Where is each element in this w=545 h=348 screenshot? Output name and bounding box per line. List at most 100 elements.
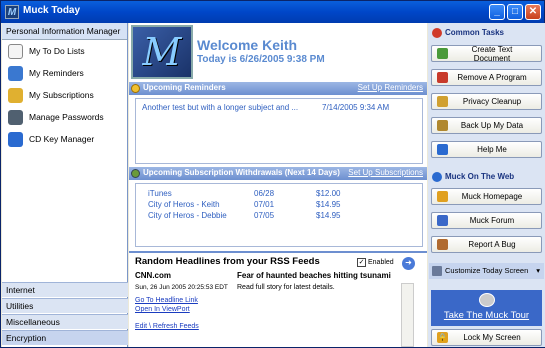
muck-homepage-button[interactable]: Muck Homepage [431, 188, 542, 205]
rss-scrollbar[interactable] [401, 283, 414, 347]
tools-icon [432, 266, 442, 276]
button-label: Muck Homepage [461, 192, 523, 201]
subscription-amount[interactable]: $14.95 [316, 200, 340, 209]
sidebar: Personal Information Manager My To Do Li… [2, 23, 128, 347]
sidebar-group-internet[interactable]: Internet [2, 282, 128, 297]
go-to-headline-link[interactable]: Go To Headline Link [135, 297, 232, 304]
minimize-button[interactable]: _ [489, 4, 505, 20]
window-title: Muck Today [23, 5, 81, 16]
reminder-date[interactable]: 7/14/2005 9:34 AM [322, 103, 389, 112]
backup-icon [437, 120, 448, 131]
rss-title: Random Headlines from your RSS Feeds [135, 256, 320, 267]
bug-icon [437, 239, 448, 250]
sidebar-item-my-to-do-lists[interactable]: My To Do Lists [2, 40, 127, 62]
sidebar-item-label: CD Key Manager [29, 134, 95, 144]
subscription-date[interactable]: 07/01 [254, 200, 274, 209]
close-button[interactable]: ✕ [525, 4, 541, 20]
rss-headline-column: Fear of haunted beaches hitting tsunami … [237, 271, 399, 291]
sidebar-items: My To Do Lists My Reminders My Subscriptio… [2, 40, 127, 150]
tour-icon [479, 293, 495, 307]
heart-icon [432, 28, 442, 38]
subscriptions-title: Upcoming Subscription Withdrawals (Next … [143, 168, 340, 177]
common-tasks-title: Common Tasks [445, 28, 504, 37]
enabled-label: Enabled [368, 259, 394, 266]
set-up-subscriptions-link[interactable]: Set Up Subscriptions [348, 168, 423, 177]
privacy-cleanup-button[interactable]: Privacy Cleanup [431, 93, 542, 110]
sidebar-item-label: My To Do Lists [29, 46, 85, 56]
app-window: M Muck Today _ □ ✕ Personal Information … [0, 0, 545, 348]
reminder-clock-icon [8, 65, 23, 81]
sidebar-item-cd-key-manager[interactable]: CD Key Manager [2, 128, 127, 150]
rss-detail: Read full story for latest details. [237, 284, 335, 291]
subscriptions-header: Upcoming Subscription Withdrawals (Next … [129, 167, 427, 180]
todo-icon [8, 43, 23, 59]
sidebar-item-label: Manage Passwords [29, 112, 104, 122]
forum-icon [437, 215, 448, 226]
create-text-document-button[interactable]: Create Text Document [431, 45, 542, 63]
refresh-feed-icon[interactable]: ➜ [402, 257, 415, 270]
subscription-date[interactable]: 06/28 [254, 189, 274, 198]
reminders-list: Another test but with a longer subject a… [135, 98, 423, 164]
open-in-viewport-link[interactable]: Open In ViewPort [135, 306, 232, 313]
money-icon [131, 169, 140, 178]
button-label: Privacy Cleanup [462, 97, 522, 106]
web-icon [432, 172, 442, 182]
subscription-amount[interactable]: $14.95 [316, 211, 340, 220]
maximize-button[interactable]: □ [507, 4, 523, 20]
chevron-down-icon: ▾ [536, 266, 540, 275]
subscriptions-folder-icon [8, 87, 23, 103]
subscription-name[interactable]: City of Heros - Keith [148, 200, 220, 209]
logo-letter: M [142, 30, 182, 74]
rss-enabled[interactable]: ✓ Enabled [357, 258, 394, 267]
remove-program-icon [437, 72, 448, 83]
sidebar-item-label: My Reminders [29, 68, 84, 78]
sidebar-group-encryption[interactable]: Encryption [2, 330, 128, 345]
button-label: Help Me [477, 145, 507, 154]
set-up-reminders-link[interactable]: Set Up Reminders [358, 83, 423, 92]
customize-today-screen[interactable]: Customize Today Screen ▾ [429, 263, 544, 279]
broom-icon [437, 96, 448, 107]
lock-screen-label: Lock My Screen [463, 333, 521, 342]
muck-tour-promo[interactable]: Take The Muck Tour [431, 290, 542, 326]
report-a-bug-button[interactable]: Report A Bug [431, 236, 542, 253]
muck-forum-button[interactable]: Muck Forum [431, 212, 542, 229]
edit-refresh-feeds-link[interactable]: Edit \ Refresh Feeds [135, 323, 232, 330]
lock-screen-button[interactable]: 🔒 Lock My Screen [431, 329, 542, 346]
rss-panel: Random Headlines from your RSS Feeds ✓ E… [129, 251, 427, 347]
button-label: Muck Forum [469, 216, 515, 225]
subscription-name[interactable]: iTunes [148, 189, 172, 198]
subscription-name[interactable]: City of Heros - Debbie [148, 211, 227, 220]
sidebar-header[interactable]: Personal Information Manager [2, 23, 127, 40]
rss-date: Sun, 26 Jun 2005 20:25:53 EDT [135, 284, 228, 291]
title-bar[interactable]: M Muck Today _ □ ✕ [1, 1, 544, 23]
sidebar-item-my-reminders[interactable]: My Reminders [2, 62, 127, 84]
subscriptions-list: iTunes 06/28 $12.00 City of Heros - Keith 07… [135, 183, 423, 247]
sidebar-item-label: My Subscriptions [29, 90, 94, 100]
sidebar-item-manage-passwords[interactable]: Manage Passwords [2, 106, 127, 128]
common-tasks-header: Common Tasks [429, 25, 544, 41]
help-me-button[interactable]: Help Me [431, 141, 542, 158]
lock-icon: 🔒 [437, 332, 448, 343]
sidebar-group-utilities[interactable]: Utilities [2, 298, 128, 313]
sidebar-group-miscellaneous[interactable]: Miscellaneous [2, 314, 128, 329]
globe-icon [8, 131, 23, 147]
muck-web-title: Muck On The Web [445, 172, 515, 181]
help-icon [437, 144, 448, 155]
muck-tour-link[interactable]: Take The Muck Tour [444, 310, 529, 321]
today-date: Today is 6/26/2005 9:38 PM [197, 54, 325, 65]
sidebar-item-my-subscriptions[interactable]: My Subscriptions [2, 84, 127, 106]
subscription-amount[interactable]: $12.00 [316, 189, 340, 198]
muck-web-header: Muck On The Web [429, 169, 544, 185]
rss-headline[interactable]: Fear of haunted beaches hitting tsunami [237, 271, 399, 280]
enabled-checkbox[interactable]: ✓ [357, 258, 366, 267]
main-panel: M Welcome Keith Today is 6/26/2005 9:38 … [129, 23, 427, 347]
customize-label: Customize Today Screen [445, 266, 529, 275]
back-up-my-data-button[interactable]: Back Up My Data [431, 117, 542, 134]
rss-source: CNN.com [135, 271, 172, 280]
reminder-subject[interactable]: Another test but with a longer subject a… [142, 103, 322, 112]
keychain-icon [8, 109, 23, 125]
button-label: Back Up My Data [460, 121, 524, 130]
remove-a-program-button[interactable]: Remove A Program [431, 69, 542, 86]
reminder-clock-icon [131, 84, 140, 93]
subscription-date[interactable]: 07/05 [254, 211, 274, 220]
